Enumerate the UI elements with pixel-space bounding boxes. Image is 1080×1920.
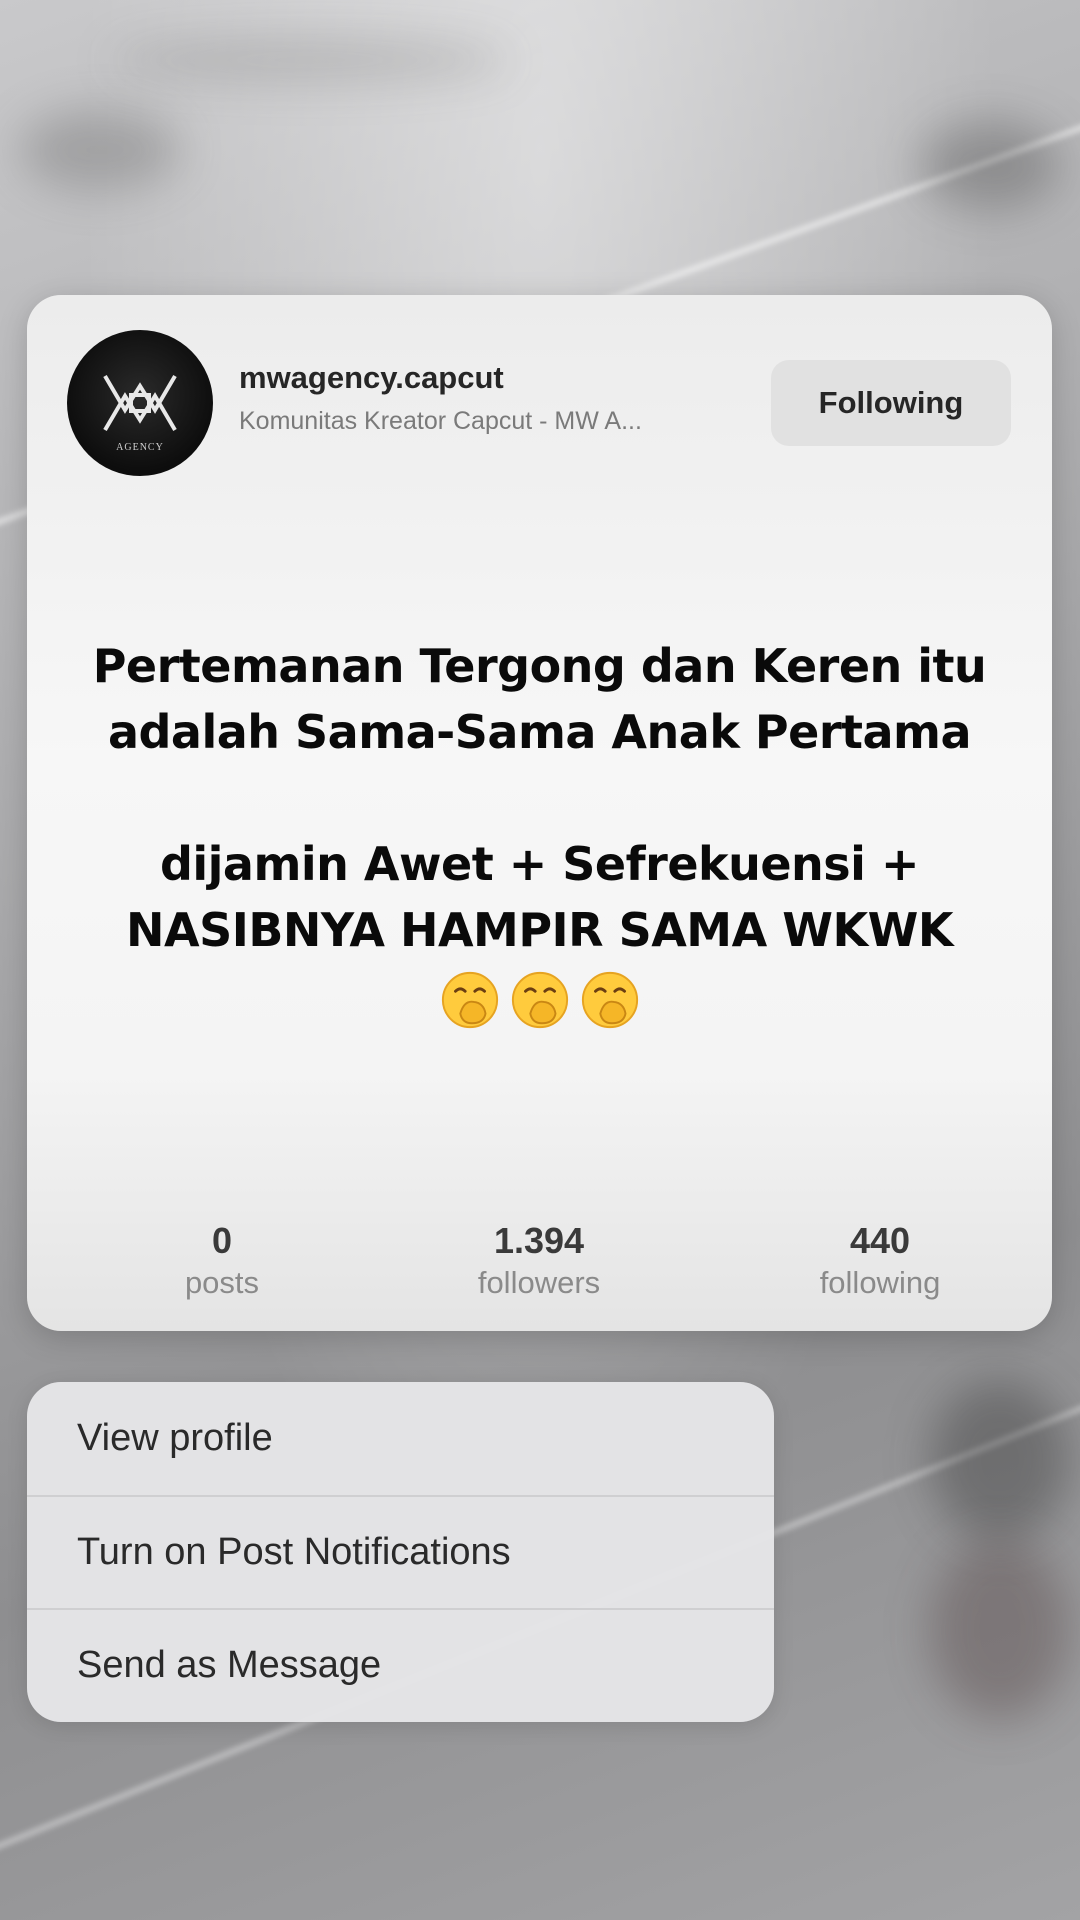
stat-posts-value: 0 [211, 1220, 233, 1261]
stat-following-value: 440 [849, 1220, 911, 1261]
stat-following[interactable]: 440 following [730, 1220, 1030, 1304]
face-with-hand-over-mouth-icon [441, 971, 498, 1029]
face-with-hand-over-mouth-icon [581, 971, 638, 1029]
stat-following-label: following [819, 1265, 941, 1300]
mw-agency-logo-icon: AGENCY [103, 374, 177, 453]
face-with-hand-over-mouth-icon [511, 971, 568, 1029]
stat-followers-value: 1.394 [493, 1220, 585, 1261]
stat-followers-label: followers [477, 1265, 601, 1300]
profile-subtitle: Komunitas Kreator Capcut - MW A... [239, 407, 642, 435]
stat-posts[interactable]: 0 posts [72, 1220, 372, 1304]
context-menu: View profile Turn on Post Notifications … [27, 1382, 774, 1722]
username[interactable]: mwagency.capcut [239, 360, 504, 396]
menu-item-send-as-message[interactable]: Send as Message [27, 1608, 774, 1721]
bio-text: Pertemanan Tergong dan Keren itu adalah … [92, 639, 987, 957]
menu-item-view-profile[interactable]: View profile [27, 1382, 774, 1495]
profile-peek-card: AGENCY mwagency.capcut Komunitas Kreator… [27, 295, 1052, 1331]
avatar[interactable]: AGENCY [67, 330, 213, 476]
menu-item-post-notifications[interactable]: Turn on Post Notifications [27, 1495, 774, 1608]
stat-posts-label: posts [184, 1265, 260, 1300]
following-button[interactable]: Following [771, 360, 1011, 446]
bio-emojis [27, 969, 1052, 1031]
stat-followers[interactable]: 1.394 followers [389, 1220, 689, 1304]
svg-text:AGENCY: AGENCY [116, 442, 164, 453]
